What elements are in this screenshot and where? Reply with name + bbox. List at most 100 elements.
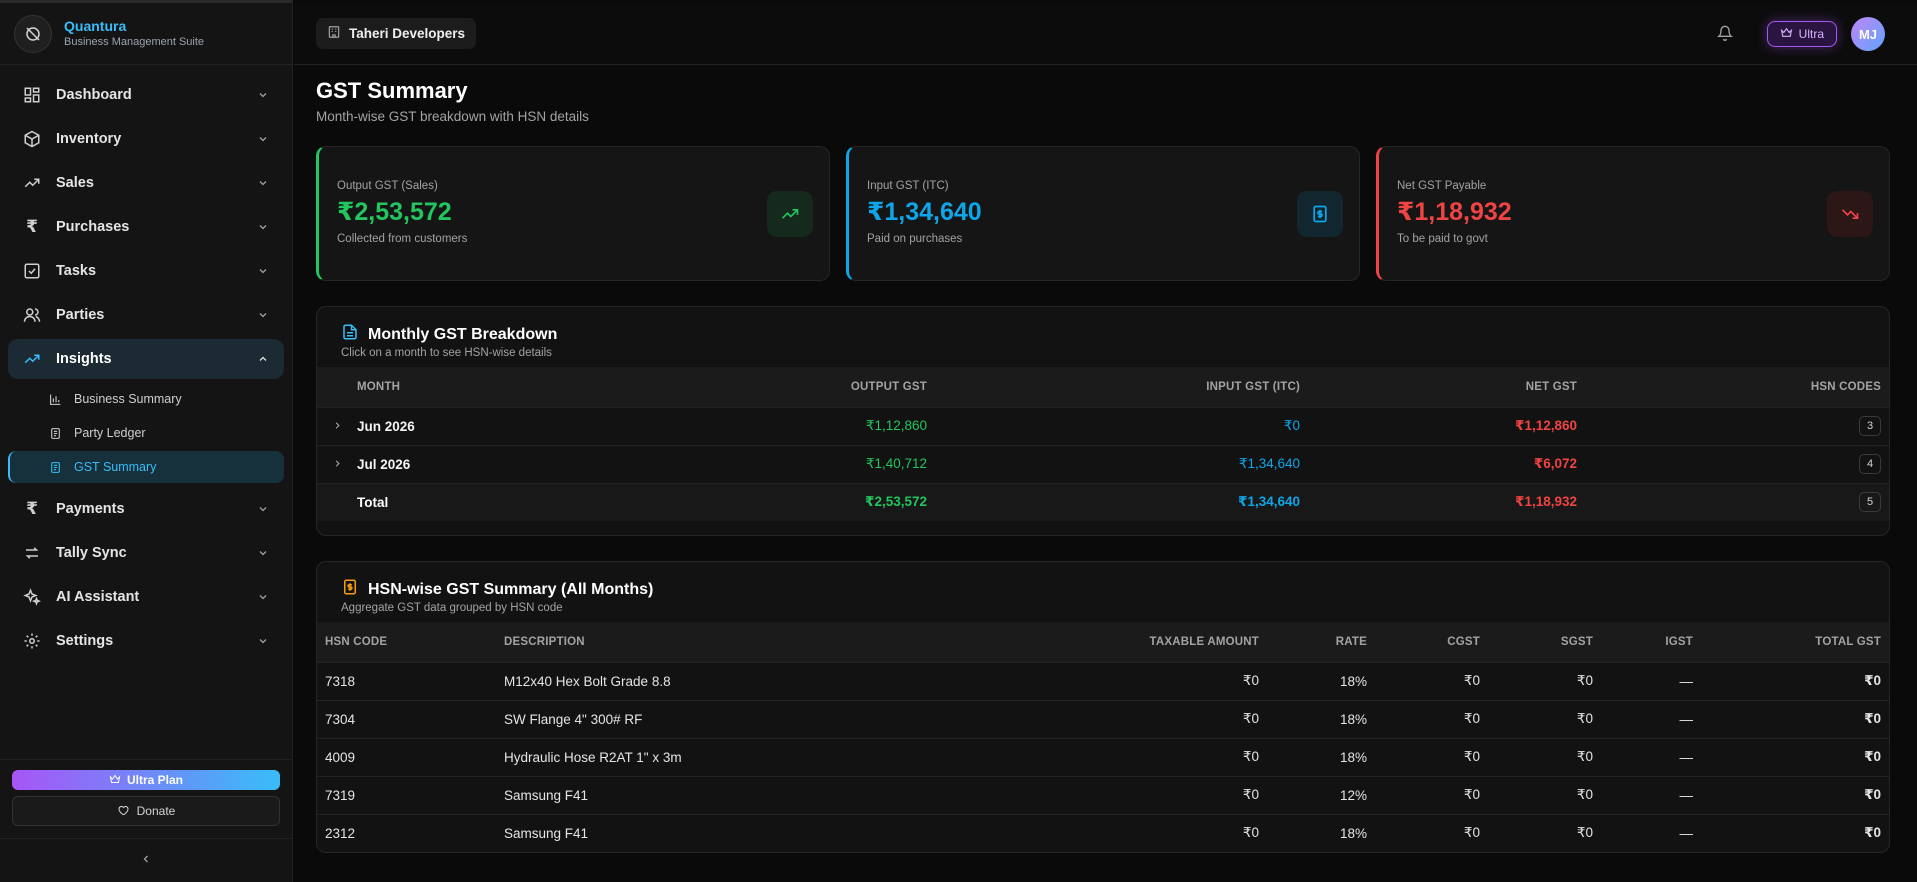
column-header: CGST — [1367, 622, 1480, 662]
sidebar-subitem-business-summary[interactable]: Business Summary — [8, 383, 284, 415]
donate-button[interactable]: Donate — [12, 796, 280, 826]
sidebar-item-inventory[interactable]: Inventory — [8, 119, 284, 159]
description-cell: Samsung F41 — [504, 813, 854, 852]
receipt-icon — [341, 578, 359, 601]
card-value: ₹2,53,572 — [337, 198, 452, 226]
brand-name: Quantura — [64, 18, 127, 34]
bell-icon[interactable] — [1715, 23, 1735, 43]
page-title: GST Summary — [316, 78, 468, 103]
table-header-row: MONTH OUTPUT GST INPUT GST (ITC) NET GST… — [317, 367, 1889, 407]
sidebar-item-parties[interactable]: Parties — [8, 295, 284, 335]
chevron-down-icon — [256, 590, 270, 604]
taxable-cell: ₹0 — [854, 737, 1259, 776]
chevron-down-icon — [256, 308, 270, 322]
total-label: Total — [357, 482, 607, 521]
input-gst-cell: ₹0 — [927, 406, 1300, 445]
column-header: HSN CODE — [317, 622, 504, 662]
sidebar-subitem-label: Business Summary — [74, 392, 182, 406]
sidebar-subitem-party-ledger[interactable]: Party Ledger — [8, 417, 284, 449]
sidebar-item-dashboard[interactable]: Dashboard — [8, 75, 284, 115]
total-row: Total ₹2,53,572 ₹1,34,640 ₹1,18,932 5 — [317, 482, 1889, 521]
table-row[interactable]: Jun 2026 ₹1,12,860 ₹0 ₹1,12,860 3 — [317, 406, 1889, 445]
panel-subtitle: Click on a month to see HSN-wise details — [341, 347, 552, 359]
sidebar-item-settings[interactable]: Settings — [8, 621, 284, 661]
summary-cards: Output GST (Sales) ₹2,53,572 Collected f… — [316, 146, 1890, 281]
total-gst-cell: ₹0 — [1693, 699, 1889, 738]
total-input-cell: ₹1,34,640 — [927, 482, 1300, 521]
box-icon — [22, 129, 42, 149]
input-gst-cell: ₹1,34,640 — [927, 444, 1300, 483]
igst-cell: — — [1593, 737, 1693, 776]
ultra-plan-label: Ultra Plan — [126, 773, 183, 787]
hsn-gst-panel: HSN-wise GST Summary (All Months) Aggreg… — [316, 561, 1890, 853]
table-row: 7319 Samsung F41 ₹0 12% ₹0 ₹0 — ₹0 — [317, 775, 1889, 814]
chevron-down-icon — [256, 176, 270, 190]
brand-header[interactable]: Quantura Business Management Suite — [0, 3, 292, 65]
table-row: 4009 Hydraulic Hose R2AT 1" x 3m ₹0 18% … — [317, 737, 1889, 776]
sidebar-item-label: Settings — [56, 633, 114, 649]
sidebar-item-purchases[interactable]: ₹ Purchases — [8, 207, 284, 247]
chevron-down-icon — [256, 88, 270, 102]
sidebar-item-tally-sync[interactable]: Tally Sync — [8, 533, 284, 573]
sidebar-item-label: Dashboard — [56, 87, 132, 103]
users-icon — [22, 305, 42, 325]
panel-subtitle: Aggregate GST data grouped by HSN code — [341, 602, 563, 614]
sidebar-item-label: Sales — [56, 175, 94, 191]
collapse-sidebar-button[interactable] — [0, 838, 292, 882]
monthly-gst-panel: Monthly GST Breakdown Click on a month t… — [316, 306, 1890, 536]
ultra-plan-badge[interactable]: Ultra — [1766, 21, 1837, 47]
column-header: SGST — [1480, 622, 1593, 662]
table-row[interactable]: Jul 2026 ₹1,40,712 ₹1,34,640 ₹6,072 4 — [317, 444, 1889, 483]
hsn-count-badge: 3 — [1859, 416, 1881, 436]
total-gst-cell: ₹0 — [1693, 775, 1889, 814]
insights-submenu: Business Summary Party Ledger GST Summar… — [8, 383, 284, 483]
document-icon — [341, 323, 359, 346]
month-cell: Jun 2026 — [357, 406, 607, 445]
chevron-down-icon — [256, 264, 270, 278]
card-value: ₹1,18,932 — [1397, 198, 1512, 226]
igst-cell: — — [1593, 661, 1693, 700]
sidebar-item-label: Parties — [56, 307, 105, 323]
sidebar-item-payments[interactable]: ₹ Payments — [8, 489, 284, 529]
plan-badge-label: Ultra — [1798, 27, 1824, 41]
taxable-cell: ₹0 — [854, 661, 1259, 700]
table-row: 2312 Samsung F41 ₹0 18% ₹0 ₹0 — ₹0 — [317, 813, 1889, 852]
column-header: HSN CODES — [1577, 367, 1889, 407]
total-gst-cell: ₹0 — [1693, 813, 1889, 852]
chevron-right-icon[interactable] — [330, 456, 344, 470]
sidebar-item-ai-assistant[interactable]: AI Assistant — [8, 577, 284, 617]
chevron-down-icon — [256, 220, 270, 234]
sidebar-item-insights[interactable]: Insights — [8, 339, 284, 379]
taxable-cell: ₹0 — [854, 813, 1259, 852]
taxable-cell: ₹0 — [854, 699, 1259, 738]
receipt-icon — [1297, 191, 1343, 237]
building-icon — [327, 25, 341, 42]
rate-cell: 18% — [1259, 737, 1367, 776]
monthly-gst-table: MONTH OUTPUT GST INPUT GST (ITC) NET GST… — [317, 367, 1889, 521]
company-selector[interactable]: Taheri Developers — [316, 18, 477, 49]
column-header: MONTH — [357, 367, 607, 407]
main-content: GST Summary Month-wise GST breakdown wit… — [316, 66, 1890, 853]
card-note: Collected from customers — [337, 233, 468, 245]
sync-icon — [22, 543, 42, 563]
sidebar-item-tasks[interactable]: Tasks — [8, 251, 284, 291]
checklist-icon — [22, 261, 42, 281]
table-row: 7304 SW Flange 4" 300# RF ₹0 18% ₹0 ₹0 —… — [317, 699, 1889, 738]
card-note: Paid on purchases — [867, 233, 963, 245]
avatar[interactable]: MJ — [1851, 17, 1885, 51]
sidebar-item-sales[interactable]: Sales — [8, 163, 284, 203]
column-header: RATE — [1259, 622, 1367, 662]
sidebar-nav: Dashboard Inventory Sales ₹ Purchases Ta… — [0, 65, 292, 675]
heart-icon — [117, 804, 129, 819]
ultra-plan-button[interactable]: Ultra Plan — [12, 770, 280, 790]
hsn-code-cell: 2312 — [317, 813, 504, 852]
rate-cell: 18% — [1259, 699, 1367, 738]
trending-up-icon — [22, 173, 42, 193]
column-header: DESCRIPTION — [504, 622, 854, 662]
cgst-cell: ₹0 — [1367, 775, 1480, 814]
rupee-icon: ₹ — [26, 499, 38, 518]
sidebar-subitem-gst-summary[interactable]: GST Summary — [8, 451, 284, 483]
chevron-right-icon[interactable] — [330, 418, 344, 432]
cgst-cell: ₹0 — [1367, 661, 1480, 700]
sgst-cell: ₹0 — [1480, 737, 1593, 776]
